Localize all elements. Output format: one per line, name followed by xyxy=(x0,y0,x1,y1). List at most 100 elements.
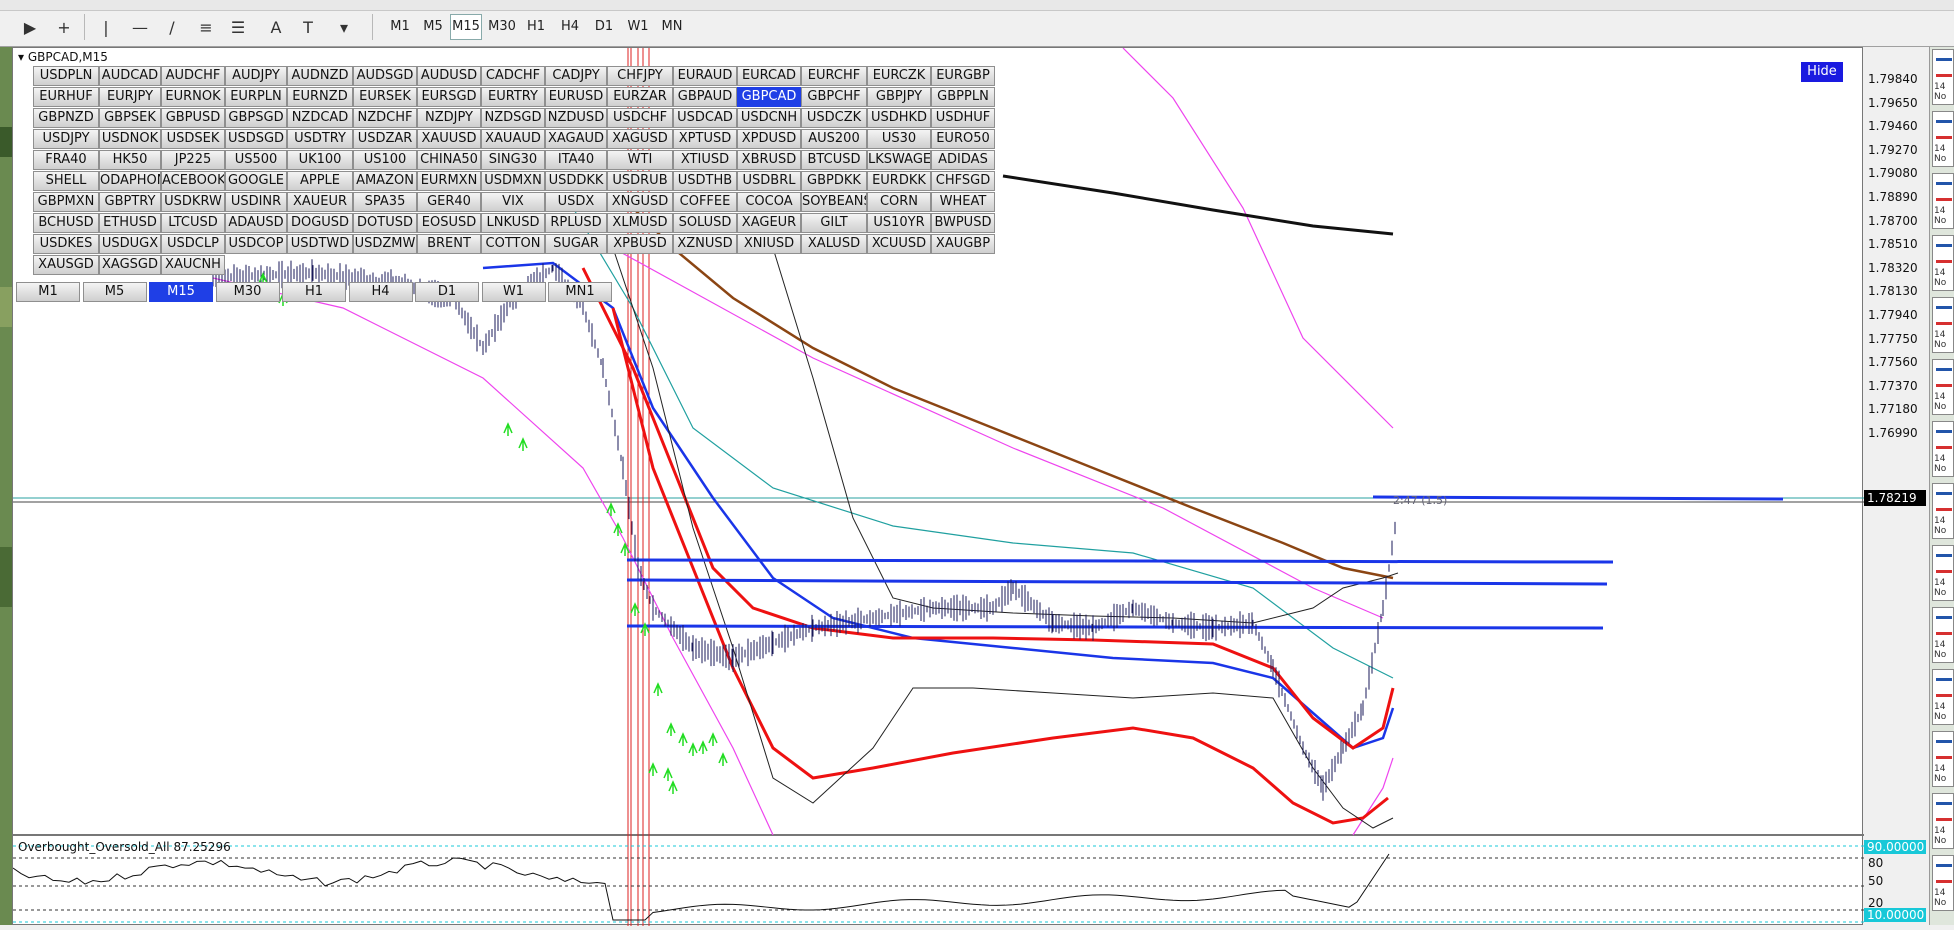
panel-timeframe-m30[interactable]: M30 xyxy=(215,282,280,302)
symbol-button-euro50[interactable]: EURO50 xyxy=(931,129,995,149)
symbol-button-eurczk[interactable]: EURCZK xyxy=(867,66,931,86)
symbol-button-usdczk[interactable]: USDCZK xyxy=(801,108,867,128)
symbol-button-usdzmw[interactable]: USDZMW xyxy=(353,234,417,254)
symbol-button-usdbrl[interactable]: USDBRL xyxy=(737,171,801,191)
symbol-button-eurchf[interactable]: EURCHF xyxy=(801,66,867,86)
symbol-button-eurusd[interactable]: EURUSD xyxy=(545,87,607,107)
trendline-icon[interactable]: / xyxy=(160,16,184,38)
symbol-button-gilt[interactable]: GILT xyxy=(801,213,867,233)
symbol-button-xagusd[interactable]: XAGUSD xyxy=(607,129,673,149)
panel-timeframe-m1[interactable]: M1 xyxy=(16,282,80,302)
symbol-button-eurmxn[interactable]: EURMXN xyxy=(417,171,481,191)
symbol-button-usdzar[interactable]: USDZAR xyxy=(353,129,417,149)
timeframe-d1[interactable]: D1 xyxy=(588,14,620,40)
panel-timeframe-w1[interactable]: W1 xyxy=(481,282,546,302)
symbol-button-us500[interactable]: US500 xyxy=(225,150,287,170)
symbol-button-cadjpy[interactable]: CADJPY xyxy=(545,66,607,86)
text-icon[interactable]: A xyxy=(264,16,288,38)
symbol-button-nzdcad[interactable]: NZDCAD xyxy=(287,108,353,128)
symbol-button-usdchf[interactable]: USDCHF xyxy=(607,108,673,128)
crosshair-icon[interactable]: + xyxy=(52,16,76,38)
symbol-button-aus200[interactable]: AUS200 xyxy=(801,129,867,149)
symbol-button-cotton[interactable]: COTTON xyxy=(481,234,545,254)
symbol-button-usdrub[interactable]: USDRUB xyxy=(607,171,673,191)
symbol-button-usdnok[interactable]: USDNOK xyxy=(99,129,161,149)
symbol-button-audnzd[interactable]: AUDNZD xyxy=(287,66,353,86)
symbol-button-usdcop[interactable]: USDCOP xyxy=(225,234,287,254)
symbol-button-audsgd[interactable]: AUDSGD xyxy=(353,66,417,86)
symbol-button-xznusd[interactable]: XZNUSD xyxy=(673,234,737,254)
symbol-button-usdthb[interactable]: USDTHB xyxy=(673,171,737,191)
symbol-button-eurcad[interactable]: EURCAD xyxy=(737,66,801,86)
symbol-button-xagaud[interactable]: XAGAUD xyxy=(545,129,607,149)
symbol-button-sing30[interactable]: SING30 xyxy=(481,150,545,170)
symbol-button-usdhuf[interactable]: USDHUF xyxy=(931,108,995,128)
symbol-button-shell[interactable]: SHELL xyxy=(33,171,99,191)
timeframe-mn[interactable]: MN xyxy=(656,14,688,40)
chart-thumbnail[interactable]: 14 No xyxy=(1932,669,1954,725)
symbol-button-amazon[interactable]: AMAZON xyxy=(353,171,417,191)
symbol-button-audusd[interactable]: AUDUSD xyxy=(417,66,481,86)
symbol-button-soybeans[interactable]: SOYBEANS xyxy=(801,192,867,212)
symbol-button-usdtry[interactable]: USDTRY xyxy=(287,129,353,149)
symbol-button-cocoa[interactable]: COCOA xyxy=(737,192,801,212)
symbol-button-xaucnh[interactable]: XAUCNH xyxy=(161,255,225,275)
symbol-button-gbpjpy[interactable]: GBPJPY xyxy=(867,87,931,107)
symbol-button-usddkk[interactable]: USDDKK xyxy=(545,171,607,191)
text-label-icon[interactable]: T xyxy=(296,16,320,38)
symbol-button-usdhkd[interactable]: USDHKD xyxy=(867,108,931,128)
symbol-button-xausgd[interactable]: XAUSGD xyxy=(33,255,99,275)
symbol-button-lnkusd[interactable]: LNKUSD xyxy=(481,213,545,233)
symbol-button-usdclp[interactable]: USDCLP xyxy=(161,234,225,254)
symbol-button-gbpcad[interactable]: GBPCAD xyxy=(737,87,801,107)
symbol-button-chfsgd[interactable]: CHFSGD xyxy=(931,171,995,191)
symbol-button-vix[interactable]: VIX xyxy=(481,192,545,212)
symbol-button-coffee[interactable]: COFFEE xyxy=(673,192,737,212)
hide-panel-button[interactable]: Hide xyxy=(1801,62,1843,82)
symbol-button-gbpusd[interactable]: GBPUSD xyxy=(161,108,225,128)
chart-thumbnail[interactable]: 14 No xyxy=(1932,731,1954,787)
symbol-button-audchf[interactable]: AUDCHF xyxy=(161,66,225,86)
symbol-button-gbpdkk[interactable]: GBPDKK xyxy=(801,171,867,191)
symbol-button-xcuusd[interactable]: XCUUSD xyxy=(867,234,931,254)
symbol-button-adidas[interactable]: ADIDAS xyxy=(931,150,995,170)
symbol-button-us10yr[interactable]: US10YR xyxy=(867,213,931,233)
symbol-button-cadchf[interactable]: CADCHF xyxy=(481,66,545,86)
symbol-button-chfjpy[interactable]: CHFJPY xyxy=(607,66,673,86)
chart-thumbnail[interactable]: 14 No xyxy=(1932,607,1954,663)
symbol-button-xptusd[interactable]: XPTUSD xyxy=(673,129,737,149)
chart-thumbnail[interactable]: 14 No xyxy=(1932,793,1954,849)
symbol-button-us30[interactable]: US30 xyxy=(867,129,931,149)
symbol-button-audcad[interactable]: AUDCAD xyxy=(99,66,161,86)
symbol-button-nzdchf[interactable]: NZDCHF xyxy=(353,108,417,128)
symbol-button-usdsek[interactable]: USDSEK xyxy=(161,129,225,149)
symbol-button-nzdjpy[interactable]: NZDJPY xyxy=(417,108,481,128)
symbol-button-xagsgd[interactable]: XAGSGD xyxy=(99,255,161,275)
symbol-button-usdsgd[interactable]: USDSGD xyxy=(225,129,287,149)
timeframe-m30[interactable]: M30 xyxy=(486,14,518,40)
symbol-button-eursek[interactable]: EURSEK xyxy=(353,87,417,107)
symbol-button-usdugx[interactable]: USDUGX xyxy=(99,234,161,254)
timeframe-h1[interactable]: H1 xyxy=(520,14,552,40)
symbol-button-nzdsgd[interactable]: NZDSGD xyxy=(481,108,545,128)
symbol-button-bchusd[interactable]: BCHUSD xyxy=(33,213,99,233)
timeframe-m5[interactable]: M5 xyxy=(417,14,449,40)
vertical-line-icon[interactable]: | xyxy=(94,16,118,38)
symbol-button-ita40[interactable]: ITA40 xyxy=(545,150,607,170)
symbol-button-euraud[interactable]: EURAUD xyxy=(673,66,737,86)
shapes-dropdown-icon[interactable]: ▾ xyxy=(332,16,356,38)
symbol-button-eurtry[interactable]: EURTRY xyxy=(481,87,545,107)
symbol-button-usdx[interactable]: USDX xyxy=(545,192,607,212)
symbol-button-usdkes[interactable]: USDKES xyxy=(33,234,99,254)
chart-thumbnail[interactable]: 14 No xyxy=(1932,297,1954,353)
symbol-button-fra40[interactable]: FRA40 xyxy=(33,150,99,170)
symbol-button-solusd[interactable]: SOLUSD xyxy=(673,213,737,233)
symbol-button-lkswagen[interactable]: LKSWAGEN xyxy=(867,150,931,170)
channel-icon[interactable]: ≡ xyxy=(194,16,218,38)
symbol-button-rplusd[interactable]: RPLUSD xyxy=(545,213,607,233)
symbol-button-xniusd[interactable]: XNIUSD xyxy=(737,234,801,254)
symbol-button-bwpusd[interactable]: BWPUSD xyxy=(931,213,995,233)
symbol-button-apple[interactable]: APPLE xyxy=(287,171,353,191)
symbol-button-eurzar[interactable]: EURZAR xyxy=(607,87,673,107)
chart-thumbnail[interactable]: 14 No xyxy=(1932,359,1954,415)
